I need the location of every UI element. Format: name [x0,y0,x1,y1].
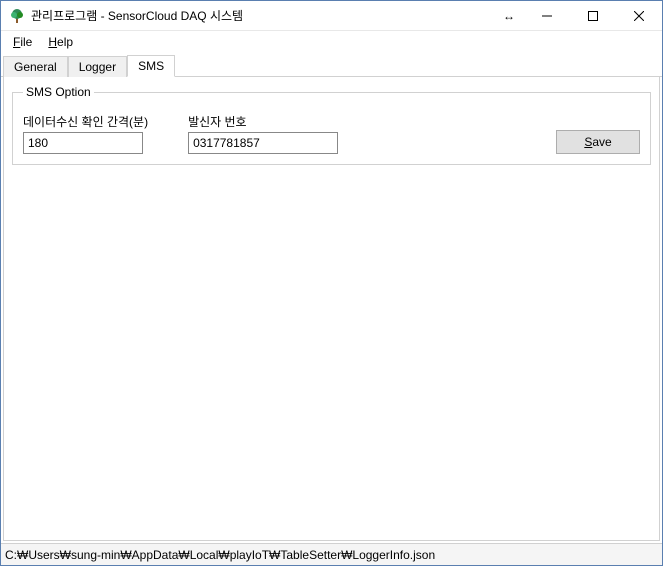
groupbox-sms-option: SMS Option 데이터수신 확인 간격(분) 발신자 번호 Save [12,85,651,165]
expand-icon[interactable]: ↔ [494,9,524,23]
sender-label: 발신자 번호 [188,113,338,130]
groupbox-legend: SMS Option [23,85,94,99]
interval-input[interactable] [23,132,143,154]
tabpanel-sms: SMS Option 데이터수신 확인 간격(분) 발신자 번호 Save [3,77,660,541]
menubar: File Help [1,31,662,53]
tabstrip: General Logger SMS [1,53,662,77]
save-button[interactable]: Save [556,130,640,154]
field-sender: 발신자 번호 [188,113,338,154]
titlebar: 관리프로그램 - SensorCloud DAQ 시스템 ↔ [1,1,662,31]
statusbar-path: C:₩Users₩sung-min₩AppData₩Local₩playIoT₩… [5,548,435,562]
menu-help[interactable]: Help [40,33,81,51]
close-button[interactable] [616,1,662,31]
sender-input[interactable] [188,132,338,154]
window-title: 관리프로그램 - SensorCloud DAQ 시스템 [31,7,243,24]
form-row: 데이터수신 확인 간격(분) 발신자 번호 Save [23,113,640,154]
maximize-button[interactable] [570,1,616,31]
tab-general[interactable]: General [3,56,68,77]
minimize-button[interactable] [524,1,570,31]
menu-file[interactable]: File [5,33,40,51]
statusbar: C:₩Users₩sung-min₩AppData₩Local₩playIoT₩… [1,543,662,565]
app-icon [9,8,25,24]
field-interval: 데이터수신 확인 간격(분) [23,113,148,154]
tab-logger[interactable]: Logger [68,56,127,77]
interval-label: 데이터수신 확인 간격(분) [23,113,148,130]
tab-sms[interactable]: SMS [127,55,175,77]
